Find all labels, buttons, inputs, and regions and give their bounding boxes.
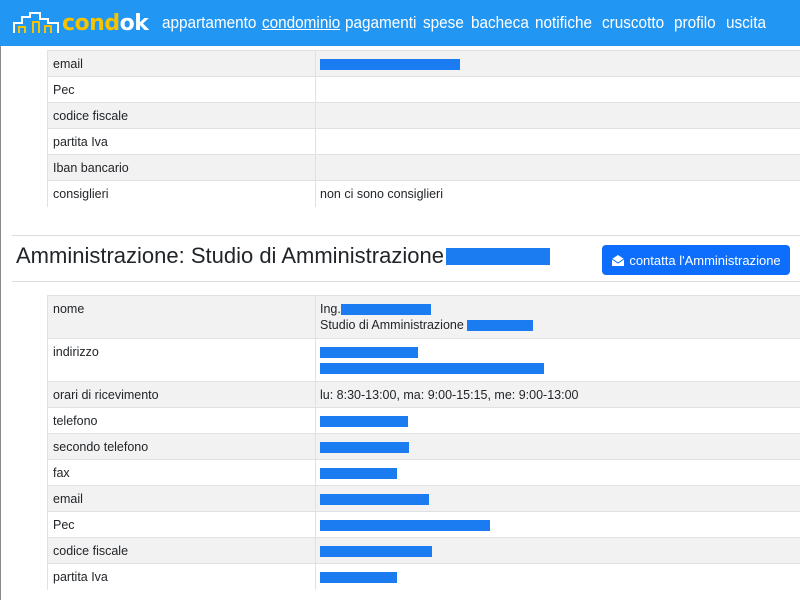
row-label: codice fiscale <box>53 109 129 123</box>
row-label: partita Iva <box>53 135 108 149</box>
redacted-value <box>445 247 550 265</box>
table-row: telefono <box>47 407 800 434</box>
table-row: Pec <box>47 511 800 538</box>
envelope-open-icon <box>611 254 625 267</box>
row-value <box>320 103 800 112</box>
admin-section-title: Amministrazione: Studio di Amministrazio… <box>16 243 550 269</box>
logo-text: condok <box>62 10 149 36</box>
table-row: secondo telefono <box>47 433 800 460</box>
nav-pagamenti[interactable]: pagamenti <box>345 13 416 33</box>
table-row: email <box>47 485 800 512</box>
redacted-value <box>320 416 408 428</box>
table-row: email <box>47 50 800 77</box>
row-label: Pec <box>53 83 75 97</box>
redacted-value <box>320 494 429 506</box>
table-row: codice fiscale <box>47 537 800 564</box>
redacted-value <box>320 59 460 71</box>
table-row: nome Ing. Studio di Amministrazione <box>47 295 800 339</box>
table-row: indirizzo <box>47 338 800 382</box>
row-label: consiglieri <box>53 187 109 201</box>
row-value: lu: 8:30-13:00, ma: 9:00-15:15, me: 9:00… <box>320 388 579 402</box>
table-row: codice fiscale <box>47 102 800 129</box>
row-label: email <box>53 492 83 506</box>
row-label: orari di ricevimento <box>53 388 159 402</box>
building-logo-icon <box>13 12 59 33</box>
row-value: non ci sono consiglieri <box>320 187 443 201</box>
condominio-details-table: email Pec codice fiscale partita Iva Iba… <box>47 50 800 207</box>
redacted-value <box>320 363 544 375</box>
table-row: consiglieri non ci sono consiglieri <box>47 180 800 207</box>
table-row: orari di ricevimento lu: 8:30-13:00, ma:… <box>47 381 800 408</box>
table-row: Iban bancario <box>47 154 800 181</box>
row-label: fax <box>53 466 70 480</box>
page-edge <box>0 0 1 600</box>
redacted-value <box>467 320 534 332</box>
section-divider <box>12 235 800 236</box>
row-label: codice fiscale <box>53 544 129 558</box>
contact-admin-button[interactable]: contatta l'Amministrazione <box>602 245 790 275</box>
nav-notifiche[interactable]: notifiche <box>535 13 595 33</box>
row-label: Pec <box>53 518 75 532</box>
row-label: partita Iva <box>53 570 108 584</box>
row-label: Iban bancario <box>53 161 129 175</box>
table-row: partita Iva <box>47 128 800 155</box>
table-row: Pec <box>47 76 800 103</box>
row-label: nome <box>53 302 85 316</box>
redacted-value <box>340 304 431 316</box>
redacted-value <box>320 520 490 532</box>
row-label: secondo telefono <box>53 440 149 454</box>
studio-name: Studio di Amministrazione <box>320 318 464 332</box>
nav-cruscotto[interactable]: cruscotto <box>602 13 667 33</box>
section-divider <box>12 281 800 282</box>
redacted-value <box>320 468 397 480</box>
row-label: telefono <box>53 414 98 428</box>
nav-uscita[interactable]: uscita <box>726 13 766 33</box>
row-label: email <box>53 57 83 71</box>
redacted-value <box>320 347 418 359</box>
top-navbar: condok appartamento condominio pagamenti… <box>0 0 800 46</box>
table-row: fax <box>47 459 800 486</box>
redacted-value <box>320 546 432 558</box>
redacted-value <box>320 572 397 584</box>
main-menu: appartamento condominio pagamenti spese … <box>162 13 766 33</box>
nav-appartamento[interactable]: appartamento <box>162 13 256 33</box>
nav-spese[interactable]: spese <box>423 13 466 33</box>
table-row: partita Iva <box>47 563 800 590</box>
redacted-value <box>320 442 409 454</box>
row-value <box>320 77 800 86</box>
contact-admin-label: contatta l'Amministrazione <box>629 252 781 268</box>
row-value <box>320 155 800 164</box>
nav-profilo[interactable]: profilo <box>674 13 721 33</box>
admin-details-table: nome Ing. Studio di Amministrazione indi… <box>47 295 800 590</box>
nav-bacheca[interactable]: bacheca <box>471 13 529 33</box>
row-value <box>320 129 800 138</box>
nav-condominio[interactable]: condominio <box>262 13 340 33</box>
name-prefix: Ing. <box>320 302 341 316</box>
row-label: indirizzo <box>53 345 99 359</box>
condok-logo[interactable]: condok <box>12 0 149 46</box>
